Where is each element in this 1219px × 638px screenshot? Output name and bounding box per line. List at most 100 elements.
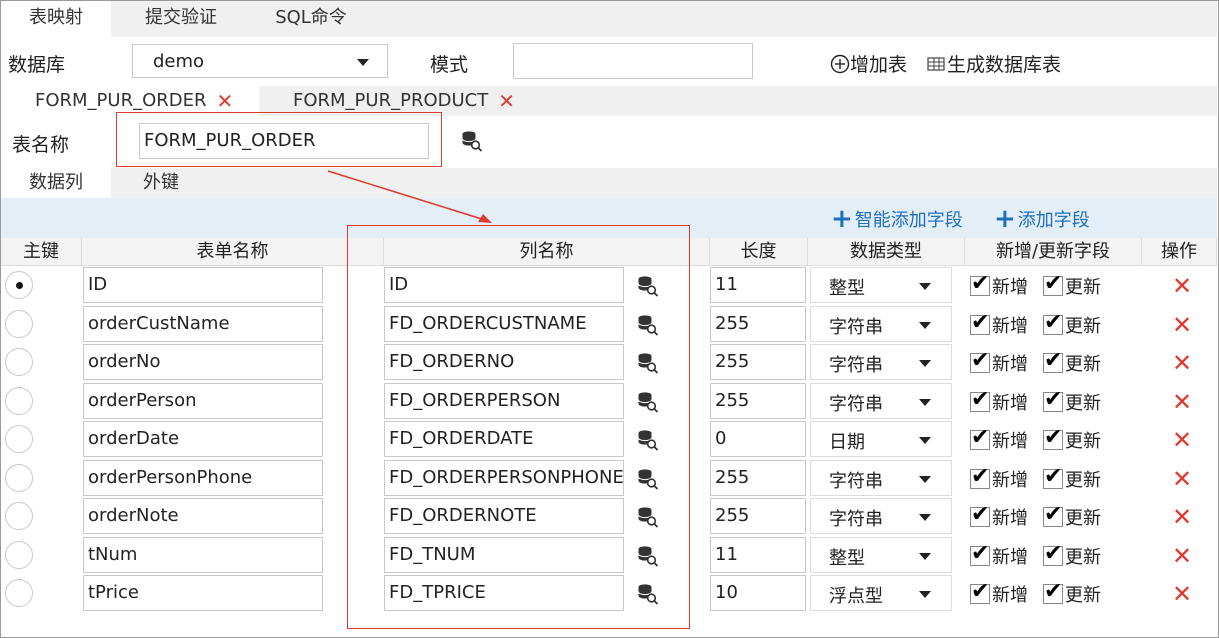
data-type-value: 字符串 (829, 355, 883, 376)
primary-key-radio[interactable] (5, 386, 33, 415)
primary-key-radio[interactable] (5, 540, 33, 569)
database-select[interactable]: demo (132, 44, 388, 78)
length-input[interactable]: 0 (710, 421, 806, 457)
data-type-select[interactable]: 日期 (810, 421, 952, 457)
length-input[interactable]: 255 (710, 344, 806, 380)
delete-row-icon[interactable]: ✕ (1172, 465, 1192, 493)
generate-table-label: 生成数据库表 (947, 54, 1062, 76)
update-checkbox[interactable]: 更新 (1043, 348, 1101, 376)
tab-table-mapping[interactable]: 表映射 (1, 1, 111, 37)
update-checkbox[interactable]: 更新 (1043, 387, 1101, 415)
update-checkbox[interactable]: 更新 (1043, 271, 1101, 299)
primary-key-radio[interactable] (5, 579, 33, 607)
smart-add-field-button[interactable]: + 智能添加字段 (831, 206, 963, 232)
insert-checkbox[interactable]: 新增 (970, 579, 1028, 607)
primary-key-radio[interactable] (5, 348, 33, 376)
insert-checkbox[interactable]: 新增 (970, 425, 1028, 453)
form-name-input[interactable]: orderNote (83, 498, 323, 534)
update-checkbox[interactable]: 更新 (1043, 310, 1101, 338)
mode-input[interactable] (513, 43, 753, 79)
update-checkbox[interactable]: 更新 (1043, 425, 1101, 453)
data-type-select[interactable]: 字符串 (810, 305, 952, 342)
form-name-input[interactable]: orderCustName (83, 305, 323, 342)
insert-checkbox[interactable]: 新增 (970, 310, 1028, 338)
tab-data-columns[interactable]: 数据列 (1, 168, 111, 198)
length-input[interactable]: 11 (710, 267, 806, 303)
plus-icon: + (994, 204, 1016, 234)
data-type-select[interactable]: 字符串 (810, 344, 952, 380)
chevron-down-icon (357, 59, 369, 66)
data-type-select[interactable]: 整型 (810, 536, 952, 573)
length-input[interactable]: 255 (710, 459, 806, 496)
checkbox-checked-icon (1043, 348, 1063, 373)
data-type-select[interactable]: 整型 (810, 267, 952, 303)
insert-checkbox[interactable]: 新增 (970, 502, 1028, 530)
update-checkbox[interactable]: 更新 (1043, 579, 1101, 607)
insert-label: 新增 (992, 354, 1028, 375)
form-name-input[interactable]: orderDate (83, 421, 323, 457)
add-field-button[interactable]: + 添加字段 (994, 206, 1090, 232)
data-type-value: 字符串 (829, 470, 883, 492)
tab-sql-command[interactable]: SQL命令 (251, 1, 371, 37)
update-label: 更新 (1065, 277, 1101, 298)
form-name-input[interactable]: orderNo (83, 344, 323, 380)
insert-checkbox[interactable]: 新增 (970, 348, 1028, 376)
top-tab-bar: 表映射 提交验证 SQL命令 (1, 1, 1217, 37)
primary-key-radio[interactable] (5, 425, 33, 453)
length-input[interactable]: 10 (710, 575, 806, 611)
generate-table-button[interactable]: 生成数据库表 (927, 50, 1061, 77)
close-icon[interactable]: ✕ (498, 86, 515, 116)
data-type-value: 字符串 (829, 393, 883, 415)
chevron-down-icon (919, 283, 931, 290)
chevron-down-icon (919, 360, 931, 367)
highlight-box-column-name (347, 225, 690, 629)
insert-checkbox[interactable]: 新增 (970, 464, 1028, 492)
update-label: 更新 (1065, 546, 1101, 568)
insert-checkbox[interactable]: 新增 (970, 271, 1028, 299)
chevron-down-icon (919, 398, 931, 406)
checkbox-checked-icon (1043, 579, 1063, 604)
insert-label: 新增 (992, 508, 1028, 529)
form-name-input[interactable]: tNum (83, 536, 323, 573)
delete-row-icon[interactable]: ✕ (1172, 426, 1192, 454)
delete-row-icon[interactable]: ✕ (1172, 503, 1192, 531)
add-table-button[interactable]: 增加表 (830, 50, 907, 77)
primary-key-radio[interactable] (5, 463, 33, 492)
delete-row-icon[interactable]: ✕ (1172, 388, 1192, 416)
checkbox-checked-icon (1043, 271, 1063, 296)
data-type-value: 字符串 (829, 509, 883, 530)
insert-label: 新增 (992, 469, 1028, 491)
form-name-input[interactable]: orderPersonPhone (83, 459, 323, 496)
data-type-select[interactable]: 字符串 (810, 459, 952, 496)
insert-checkbox[interactable]: 新增 (970, 387, 1028, 415)
data-type-select[interactable]: 字符串 (810, 498, 952, 534)
delete-row-icon[interactable]: ✕ (1172, 349, 1192, 377)
tab-submit-validation[interactable]: 提交验证 (121, 1, 241, 37)
update-checkbox[interactable]: 更新 (1043, 464, 1101, 492)
length-input[interactable]: 11 (710, 536, 806, 573)
form-name-input[interactable]: orderPerson (83, 382, 323, 419)
annotation-arrow (327, 170, 492, 223)
data-type-select[interactable]: 浮点型 (810, 575, 952, 611)
update-checkbox[interactable]: 更新 (1043, 541, 1101, 569)
delete-row-icon[interactable]: ✕ (1172, 580, 1192, 608)
checkbox-checked-icon (970, 502, 990, 527)
length-input[interactable]: 255 (710, 305, 806, 342)
form-name-input[interactable]: ID (83, 267, 323, 303)
delete-row-icon[interactable]: ✕ (1172, 542, 1192, 570)
length-input[interactable]: 255 (710, 498, 806, 534)
primary-key-radio[interactable] (5, 309, 33, 338)
length-input[interactable]: 255 (710, 382, 806, 419)
database-search-icon[interactable] (461, 130, 483, 152)
primary-key-radio[interactable] (5, 502, 33, 530)
checkbox-checked-icon (970, 271, 990, 296)
tab-foreign-keys[interactable]: 外键 (111, 168, 211, 198)
data-type-select[interactable]: 字符串 (810, 382, 952, 419)
update-checkbox[interactable]: 更新 (1043, 502, 1101, 530)
delete-row-icon[interactable]: ✕ (1172, 272, 1192, 300)
primary-key-radio[interactable] (5, 271, 33, 299)
insert-checkbox[interactable]: 新增 (970, 541, 1028, 569)
checkbox-checked-icon (1043, 502, 1063, 527)
delete-row-icon[interactable]: ✕ (1172, 311, 1192, 339)
form-name-input[interactable]: tPrice (83, 575, 323, 611)
